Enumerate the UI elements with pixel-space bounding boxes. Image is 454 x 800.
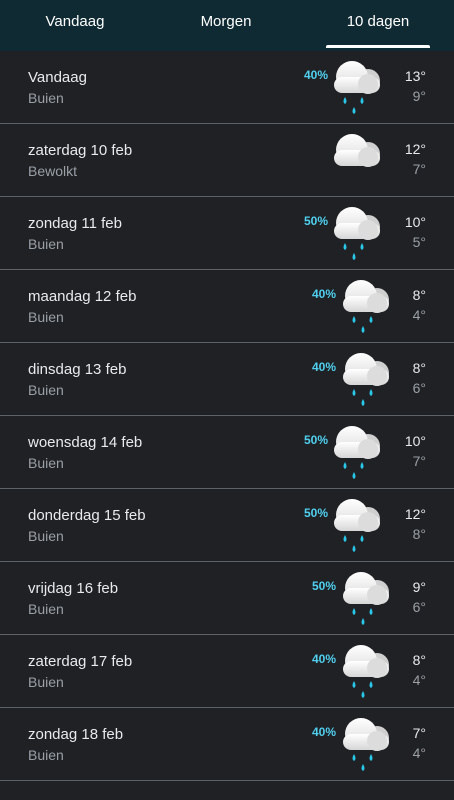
low-temperature: 7°	[412, 453, 426, 469]
tab-label: Morgen	[200, 12, 252, 30]
forecast-day: Vandaag	[28, 69, 87, 86]
precipitation-chance: 50%	[312, 579, 337, 593]
high-temperature: 7°	[412, 725, 426, 741]
forecast-day: vrijdag 16 feb	[28, 580, 119, 597]
forecast-condition: Buien	[28, 747, 64, 763]
tab-vandaag[interactable]: Vandaag	[0, 0, 150, 42]
high-temperature: 13°	[404, 68, 426, 84]
high-temperature: 8°	[412, 287, 426, 303]
forecast-condition: Buien	[28, 455, 64, 471]
low-temperature: 6°	[412, 380, 426, 396]
high-temperature: 12°	[404, 141, 426, 157]
high-temperature: 12°	[404, 506, 426, 522]
low-temperature: 6°	[412, 599, 426, 615]
forecast-row[interactable]: zaterdag 17 feb Buien 40% 8° 4°	[0, 635, 454, 708]
low-temperature: 4°	[412, 307, 426, 323]
low-temperature: 4°	[412, 745, 426, 761]
tab-label: Vandaag	[45, 12, 105, 30]
precipitation-chance: 50%	[304, 214, 329, 228]
rain-cloud-icon	[328, 59, 388, 117]
low-temperature: 9°	[412, 88, 426, 104]
forecast-condition: Buien	[28, 674, 64, 690]
forecast-condition: Buien	[28, 382, 64, 398]
low-temperature: 4°	[412, 672, 426, 688]
rain-cloud-icon	[337, 570, 397, 628]
forecast-day: dinsdag 13 feb	[28, 361, 127, 378]
precipitation-chance: 50%	[304, 506, 329, 520]
forecast-day: zaterdag 10 feb	[28, 142, 133, 159]
forecast-row[interactable]: vrijdag 16 feb Buien 50% 9° 6°	[0, 562, 454, 635]
rain-cloud-icon	[337, 278, 397, 336]
high-temperature: 8°	[412, 652, 426, 668]
cloud-icon	[328, 132, 388, 190]
forecast-list: Vandaag Buien 40% 13° 9° zaterdag 10 feb Bewo…	[0, 51, 454, 781]
forecast-condition: Bewolkt	[28, 163, 78, 179]
forecast-row[interactable]: zondag 18 feb Buien 40% 7° 4°	[0, 708, 454, 781]
precipitation-chance: 40%	[312, 725, 337, 739]
forecast-row[interactable]: donderdag 15 feb Buien 50% 12° 8°	[0, 489, 454, 562]
forecast-row[interactable]: zondag 11 feb Buien 50% 10° 5°	[0, 197, 454, 270]
forecast-row[interactable]: maandag 12 feb Buien 40% 8° 4°	[0, 270, 454, 343]
low-temperature: 7°	[412, 161, 426, 177]
high-temperature: 9°	[412, 579, 426, 595]
tab-morgen[interactable]: Morgen	[150, 0, 302, 42]
forecast-day: maandag 12 feb	[28, 288, 137, 305]
forecast-condition: Buien	[28, 528, 64, 544]
tab-label: 10 dagen	[346, 12, 410, 30]
precipitation-chance: 40%	[312, 287, 337, 301]
forecast-condition: Buien	[28, 236, 64, 252]
precipitation-chance: 40%	[304, 68, 329, 82]
forecast-row[interactable]: zaterdag 10 feb Bewolkt 12° 7°	[0, 124, 454, 197]
tab-10-dagen[interactable]: 10 dagen	[302, 0, 454, 48]
precipitation-chance: 50%	[304, 433, 329, 447]
forecast-row[interactable]: Vandaag Buien 40% 13° 9°	[0, 51, 454, 124]
forecast-condition: Buien	[28, 90, 64, 106]
rain-cloud-icon	[328, 497, 388, 555]
precipitation-chance: 40%	[312, 652, 337, 666]
forecast-day: woensdag 14 feb	[28, 434, 143, 451]
forecast-condition: Buien	[28, 309, 64, 325]
forecast-day: donderdag 15 feb	[28, 507, 146, 524]
forecast-day: zondag 18 feb	[28, 726, 124, 743]
rain-cloud-icon	[337, 351, 397, 409]
forecast-row[interactable]: woensdag 14 feb Buien 50% 10° 7°	[0, 416, 454, 489]
forecast-day: zaterdag 17 feb	[28, 653, 133, 670]
rain-cloud-icon	[337, 716, 397, 774]
forecast-row[interactable]: dinsdag 13 feb Buien 40% 8° 6°	[0, 343, 454, 416]
rain-cloud-icon	[328, 205, 388, 263]
precipitation-chance: 40%	[312, 360, 337, 374]
high-temperature: 8°	[412, 360, 426, 376]
rain-cloud-icon	[328, 424, 388, 482]
rain-cloud-icon	[337, 643, 397, 701]
high-temperature: 10°	[404, 433, 426, 449]
low-temperature: 5°	[412, 234, 426, 250]
high-temperature: 10°	[404, 214, 426, 230]
forecast-day: zondag 11 feb	[28, 215, 122, 232]
tab-bar: Vandaag Morgen 10 dagen	[0, 0, 454, 51]
low-temperature: 8°	[412, 526, 426, 542]
tab-indicator	[326, 45, 430, 48]
forecast-condition: Buien	[28, 601, 64, 617]
